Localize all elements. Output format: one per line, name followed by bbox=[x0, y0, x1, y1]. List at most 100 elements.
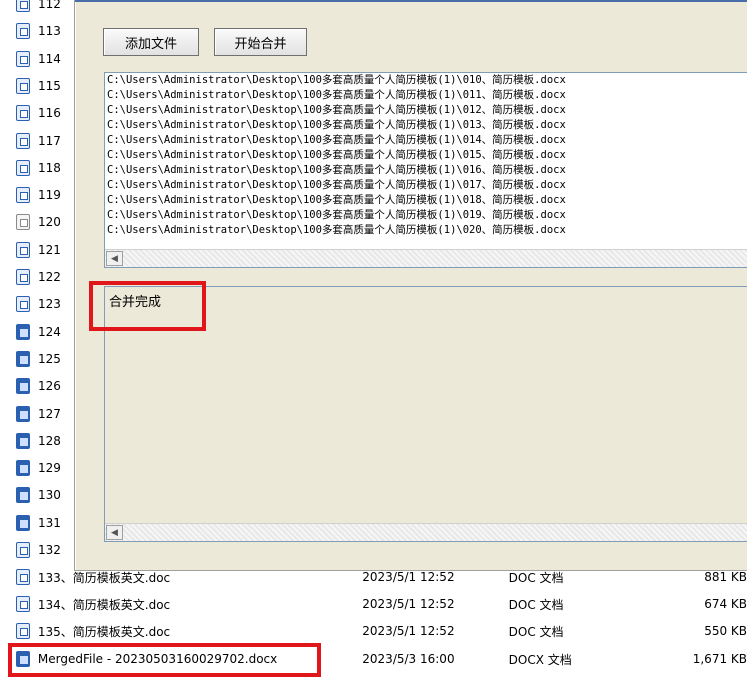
word-doc-icon bbox=[16, 378, 30, 395]
path-list-item[interactable]: C:\Users\Administrator\Desktop\100多套高质量个… bbox=[105, 208, 747, 223]
text-file-icon bbox=[16, 214, 30, 231]
path-list-horizontal-scrollbar[interactable]: ◀ bbox=[105, 249, 747, 267]
file-row[interactable]: 123 bbox=[16, 293, 61, 315]
word-doc-icon bbox=[16, 405, 30, 422]
file-type: DOC 文档 bbox=[508, 570, 564, 585]
file-date: 2023/5/1 12:52 bbox=[362, 624, 455, 638]
file-row[interactable]: 117 bbox=[16, 130, 61, 152]
file-row-label: 123 bbox=[38, 297, 61, 312]
word-doc-icon bbox=[16, 514, 30, 531]
word-doc-icon bbox=[16, 432, 30, 449]
file-name: MergedFile - 20230503160029702.docx bbox=[37, 652, 278, 666]
file-row[interactable]: 120 bbox=[16, 211, 61, 233]
word-doc-icon bbox=[16, 569, 30, 585]
path-list-item[interactable]: C:\Users\Administrator\Desktop\100多套高质量个… bbox=[105, 118, 747, 133]
file-row[interactable]: 119 bbox=[16, 184, 61, 206]
word-doc-icon bbox=[16, 269, 30, 285]
word-doc-icon bbox=[16, 187, 30, 204]
file-row[interactable]: 116 bbox=[16, 102, 61, 124]
file-row-label: 119 bbox=[38, 188, 61, 203]
file-path-list[interactable]: C:\Users\Administrator\Desktop\100多套高质量个… bbox=[104, 72, 747, 268]
status-log-box: 合并完成 ◀ bbox=[104, 286, 747, 542]
file-detail-row[interactable]: 134、简历模板英文.doc 2023/5/1 12:52 DOC 文档 674 KB bbox=[16, 592, 747, 616]
file-name: 133、简历模板英文.doc bbox=[37, 570, 171, 585]
file-row-label: 115 bbox=[38, 78, 61, 93]
word-doc-icon bbox=[16, 542, 30, 558]
file-row[interactable]: 125 bbox=[16, 348, 61, 370]
word-doc-icon bbox=[16, 77, 30, 94]
path-list-item[interactable]: C:\Users\Administrator\Desktop\100多套高质量个… bbox=[105, 223, 747, 238]
start-merge-button[interactable]: 开始合并 bbox=[214, 28, 307, 56]
word-doc-icon bbox=[16, 323, 30, 340]
file-row[interactable]: 132 bbox=[16, 539, 61, 561]
word-doc-icon bbox=[16, 623, 30, 639]
file-type: DOC 文档 bbox=[508, 597, 564, 612]
file-row-label: 126 bbox=[38, 379, 61, 394]
path-list-item[interactable]: C:\Users\Administrator\Desktop\100多套高质量个… bbox=[105, 133, 747, 148]
log-scroll-left-arrow-icon[interactable]: ◀ bbox=[106, 525, 123, 540]
word-doc-icon bbox=[16, 50, 30, 67]
file-row[interactable]: 126 bbox=[16, 375, 61, 397]
file-row[interactable]: 131 bbox=[16, 512, 61, 534]
file-row-label: 125 bbox=[38, 351, 61, 366]
file-row-label: 117 bbox=[38, 133, 61, 148]
file-row[interactable]: 112 bbox=[16, 0, 61, 15]
word-doc-icon bbox=[16, 159, 30, 176]
file-row-label: 113 bbox=[38, 24, 61, 39]
file-row-label: 130 bbox=[38, 488, 61, 503]
path-list-item[interactable]: C:\Users\Administrator\Desktop\100多套高质量个… bbox=[105, 73, 747, 88]
file-detail-row[interactable]: MergedFile - 20230503160029702.docx 2023/… bbox=[16, 647, 747, 671]
path-list-item[interactable]: C:\Users\Administrator\Desktop\100多套高质量个… bbox=[105, 148, 747, 163]
path-lines: C:\Users\Administrator\Desktop\100多套高质量个… bbox=[105, 73, 747, 238]
file-row-label: 120 bbox=[38, 215, 61, 230]
file-size: 674 KB bbox=[704, 597, 747, 611]
file-name: 134、简历模板英文.doc bbox=[37, 597, 171, 612]
merge-dialog: 添加文件 开始合并 C:\Users\Administrator\Desktop… bbox=[74, 0, 747, 571]
path-list-item[interactable]: C:\Users\Administrator\Desktop\100多套高质量个… bbox=[105, 193, 747, 208]
file-row-label: 122 bbox=[38, 270, 61, 284]
file-row[interactable]: 118 bbox=[16, 157, 61, 179]
scroll-left-arrow-icon[interactable]: ◀ bbox=[106, 251, 123, 266]
word-doc-icon bbox=[16, 132, 30, 149]
file-row[interactable]: 113 bbox=[16, 20, 61, 42]
file-name: 135、简历模板英文.doc bbox=[37, 624, 171, 639]
file-row[interactable]: 122 bbox=[16, 266, 61, 288]
file-row[interactable]: 124 bbox=[16, 321, 61, 343]
file-size: 881 KB bbox=[704, 570, 747, 584]
log-horizontal-scrollbar[interactable]: ◀ bbox=[105, 523, 747, 541]
file-row-label: 124 bbox=[38, 324, 61, 339]
word-doc-icon bbox=[16, 0, 30, 12]
file-row-label: 116 bbox=[38, 106, 61, 121]
file-row-label: 129 bbox=[38, 461, 61, 476]
word-doc-icon bbox=[16, 296, 30, 313]
add-file-button[interactable]: 添加文件 bbox=[103, 28, 199, 56]
file-row[interactable]: 130 bbox=[16, 484, 61, 506]
file-row-label: 128 bbox=[38, 433, 61, 448]
file-row[interactable]: 121 bbox=[16, 239, 61, 261]
word-doc-icon bbox=[16, 105, 30, 122]
path-list-item[interactable]: C:\Users\Administrator\Desktop\100多套高质量个… bbox=[105, 163, 747, 178]
file-row-label: 131 bbox=[38, 515, 61, 530]
file-detail-row[interactable]: 135、简历模板英文.doc 2023/5/1 12:52 DOC 文档 550 KB bbox=[16, 619, 747, 643]
path-list-item[interactable]: C:\Users\Administrator\Desktop\100多套高质量个… bbox=[105, 178, 747, 193]
dialog-title-bar-edge bbox=[75, 0, 747, 2]
word-doc-icon bbox=[16, 350, 30, 367]
word-doc-icon bbox=[16, 241, 30, 258]
word-doc-icon bbox=[16, 596, 30, 612]
file-date: 2023/5/3 16:00 bbox=[362, 652, 455, 666]
path-list-item[interactable]: C:\Users\Administrator\Desktop\100多套高质量个… bbox=[105, 103, 747, 118]
file-row-label: 132 bbox=[38, 543, 61, 557]
file-size: 1,671 KB bbox=[692, 652, 747, 666]
word-doc-icon bbox=[16, 460, 30, 477]
file-row-label: 121 bbox=[38, 242, 61, 257]
file-row[interactable]: 114 bbox=[16, 48, 61, 70]
file-type: DOCX 文档 bbox=[508, 652, 572, 667]
file-row[interactable]: 128 bbox=[16, 430, 61, 452]
word-doc-icon bbox=[16, 487, 30, 504]
file-row-label: 114 bbox=[38, 51, 61, 66]
file-type: DOC 文档 bbox=[508, 624, 564, 639]
path-list-item[interactable]: C:\Users\Administrator\Desktop\100多套高质量个… bbox=[105, 88, 747, 103]
file-row[interactable]: 115 bbox=[16, 75, 61, 97]
file-row[interactable]: 129 bbox=[16, 457, 61, 479]
file-row[interactable]: 127 bbox=[16, 403, 61, 425]
